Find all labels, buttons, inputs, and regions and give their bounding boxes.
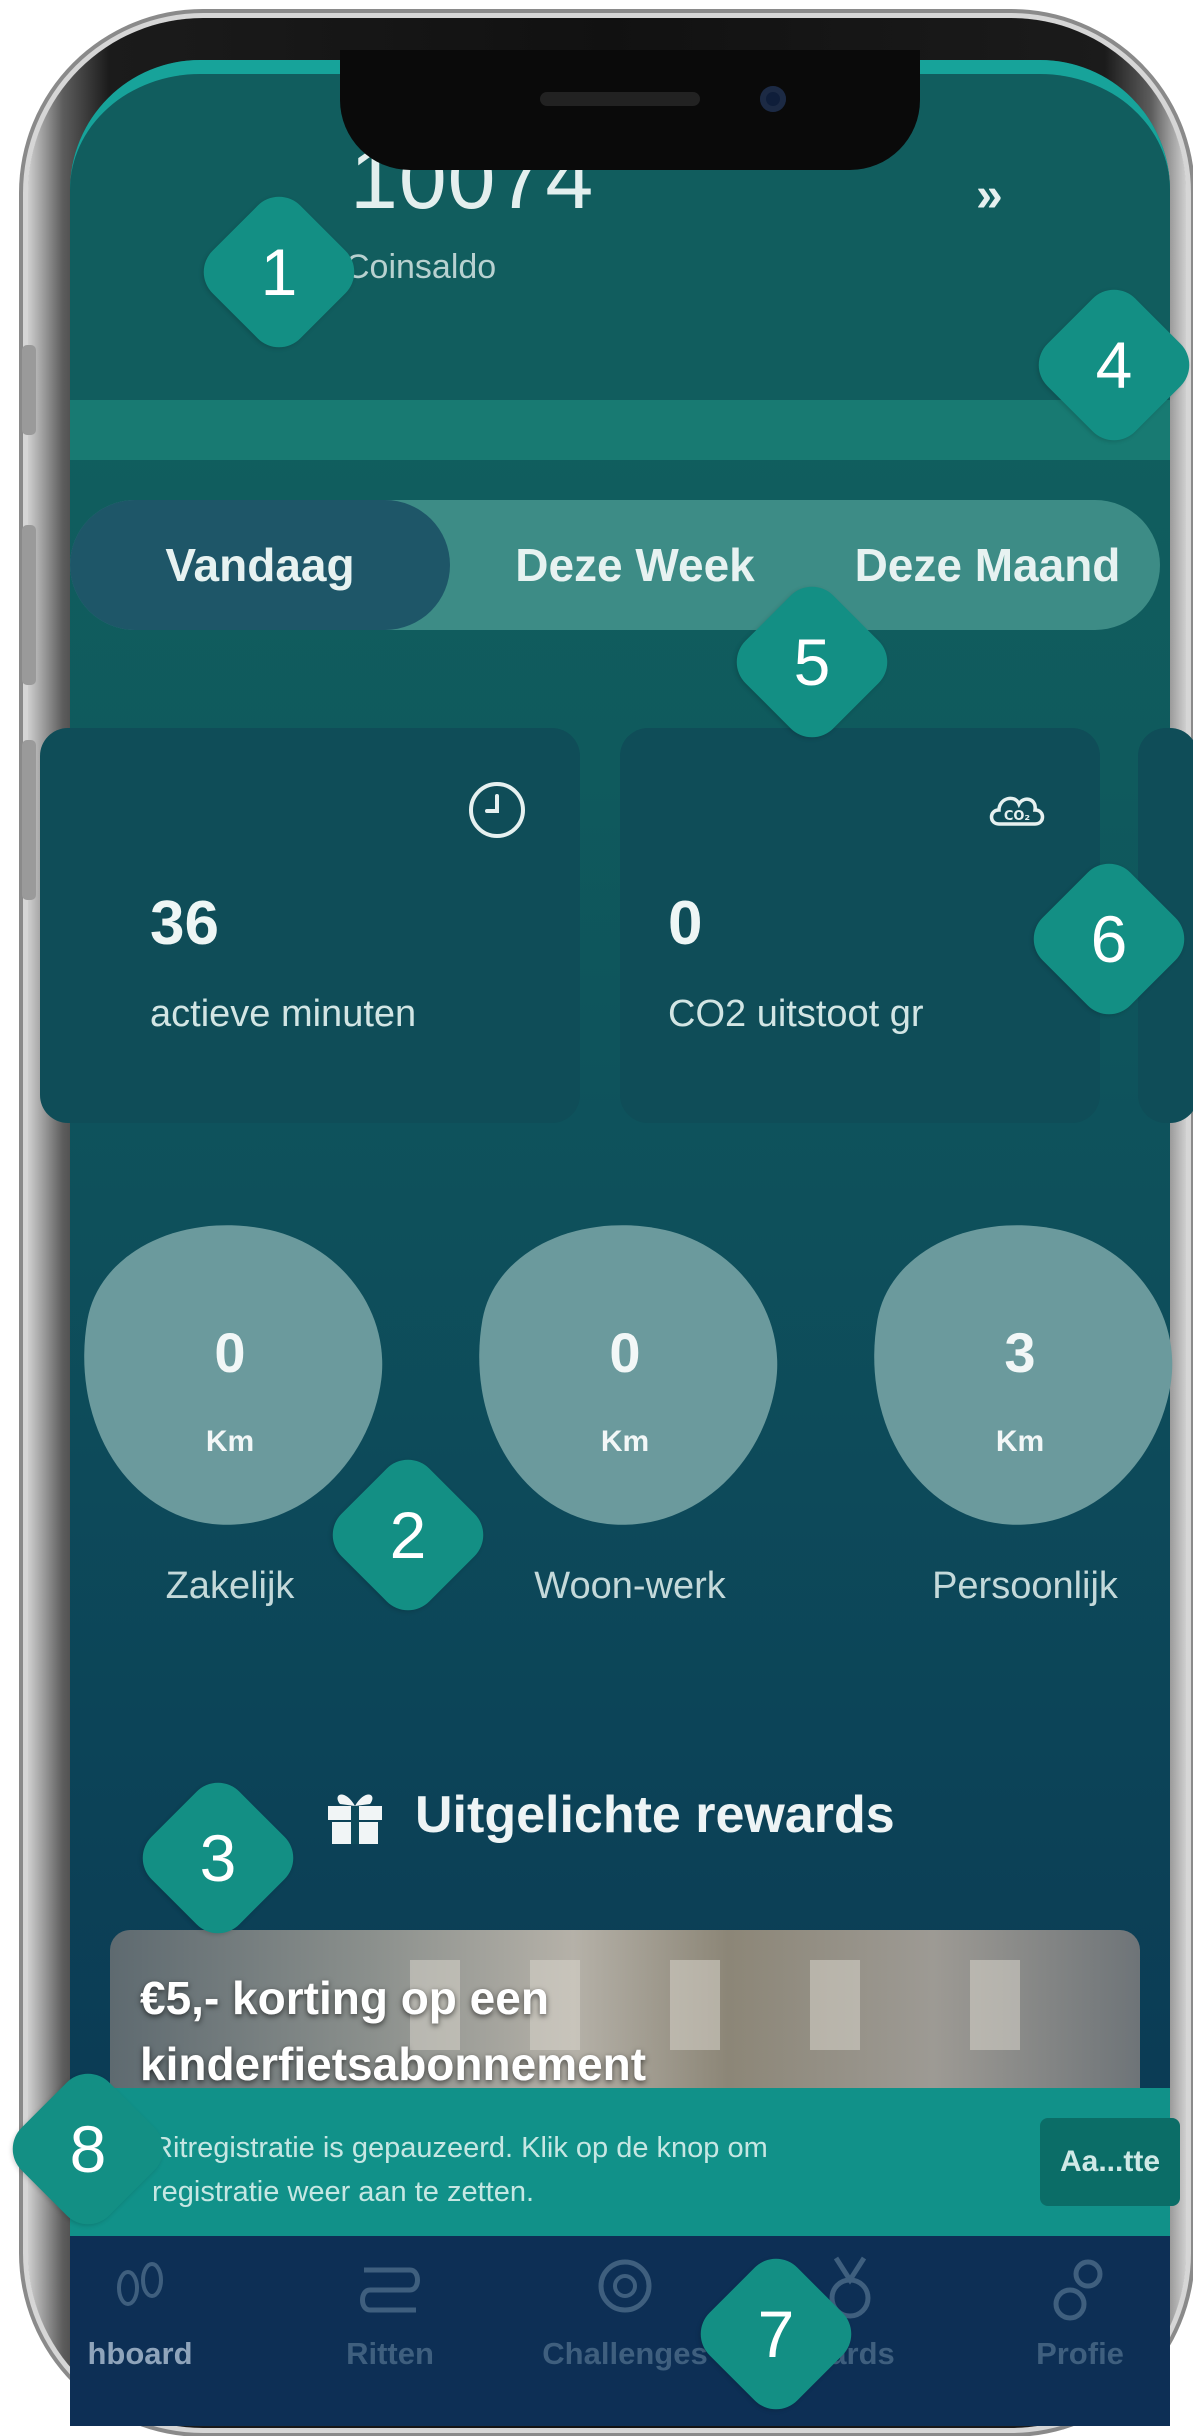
callout-number: 4 xyxy=(1095,328,1133,402)
nav-profiel[interactable]: Profie xyxy=(970,2236,1190,2426)
featured-reward-line1: €5,- korting op een xyxy=(140,1972,549,2024)
banner-line2: registratie weer aan te zetten. xyxy=(152,2176,535,2208)
tab-vandaag[interactable]: Vandaag xyxy=(70,500,450,630)
distance-value: 3 xyxy=(1004,1321,1036,1384)
bottom-nav: hboard Ritten Challenges wards Profie xyxy=(70,2236,1170,2426)
distance-unit: Km xyxy=(600,1425,650,1458)
distance-value: 0 xyxy=(214,1321,246,1384)
building-window xyxy=(670,1960,720,2050)
distance-unit: Km xyxy=(205,1425,255,1458)
callout-number: 2 xyxy=(389,1498,427,1572)
banner-message: Ritregistratie is gepauzeerd. Klik op de… xyxy=(152,2126,972,2214)
rewards-title-text: Uitgelichte rewards xyxy=(415,1786,895,1844)
rewards-heading: Uitgelichte rewards xyxy=(320,1785,895,1845)
profile-icon xyxy=(1053,2259,1103,2321)
chevrons-right-icon[interactable]: » xyxy=(976,168,1003,223)
distance-persoonlijk[interactable]: 3 Km xyxy=(870,1225,1170,1525)
distance-zakelijk[interactable]: 0 Km xyxy=(80,1225,380,1525)
stat-card-co2[interactable]: CO₂ 0 CO2 uitstoot gr xyxy=(620,728,1100,1123)
enable-registration-button[interactable]: Aa...tte xyxy=(1040,2118,1180,2206)
notch xyxy=(340,50,920,170)
distance-value: 0 xyxy=(609,1321,641,1384)
nav-ritten[interactable]: Ritten xyxy=(280,2236,500,2426)
co2-value: 0 xyxy=(668,889,703,958)
nav-label: Ritten xyxy=(346,2336,434,2371)
front-camera xyxy=(760,86,786,112)
footsteps-icon xyxy=(117,2262,163,2306)
callout-number: 6 xyxy=(1090,902,1128,976)
coin-balance-label: Coinsaldo xyxy=(345,248,497,286)
nav-label: Profie xyxy=(1036,2336,1124,2371)
featured-reward-title: €5,- korting op een kinderfietsabonnemen… xyxy=(140,1965,646,2097)
nav-label: hboard xyxy=(87,2336,193,2371)
mute-switch xyxy=(22,345,36,435)
volume-down-button xyxy=(22,740,36,900)
badge-icon xyxy=(598,2259,652,2313)
distance-label-persoonlijk: Persoonlijk xyxy=(932,1565,1118,1607)
distance-label-zakelijk: Zakelijk xyxy=(165,1565,295,1607)
active-minutes-value: 36 xyxy=(150,889,219,958)
callout-number: 8 xyxy=(69,2112,107,2186)
distance-label-woon-werk: Woon-werk xyxy=(534,1565,726,1607)
svg-text:CO₂: CO₂ xyxy=(1004,809,1030,824)
building-window xyxy=(810,1960,860,2050)
callout-number: 1 xyxy=(260,235,298,309)
callout-number: 3 xyxy=(199,1821,237,1895)
route-icon xyxy=(360,2267,420,2313)
distance-unit: Km xyxy=(995,1425,1045,1458)
callout-number: 5 xyxy=(793,625,831,699)
co2-label: CO2 uitstoot gr xyxy=(668,993,924,1035)
co2-cloud-icon: CO₂ xyxy=(989,796,1045,826)
callout-number: 7 xyxy=(757,2297,795,2371)
building-window xyxy=(970,1960,1020,2050)
stat-card-active-minutes[interactable]: 36 actieve minuten xyxy=(40,728,580,1123)
active-minutes-label: actieve minuten xyxy=(150,993,417,1035)
volume-up-button xyxy=(22,525,36,685)
distance-woon-werk[interactable]: 0 Km xyxy=(475,1225,775,1525)
clock-icon xyxy=(469,782,525,838)
banner-line1: Ritregistratie is gepauzeerd. Klik op de… xyxy=(152,2132,768,2164)
period-tabs: Vandaag Deze Week Deze Maand xyxy=(70,500,1160,630)
nav-dashboard[interactable]: hboard xyxy=(30,2236,250,2426)
registration-paused-banner: Ritregistratie is gepauzeerd. Klik op de… xyxy=(70,2088,1180,2236)
speaker xyxy=(540,92,700,106)
header-divider xyxy=(70,400,1170,460)
